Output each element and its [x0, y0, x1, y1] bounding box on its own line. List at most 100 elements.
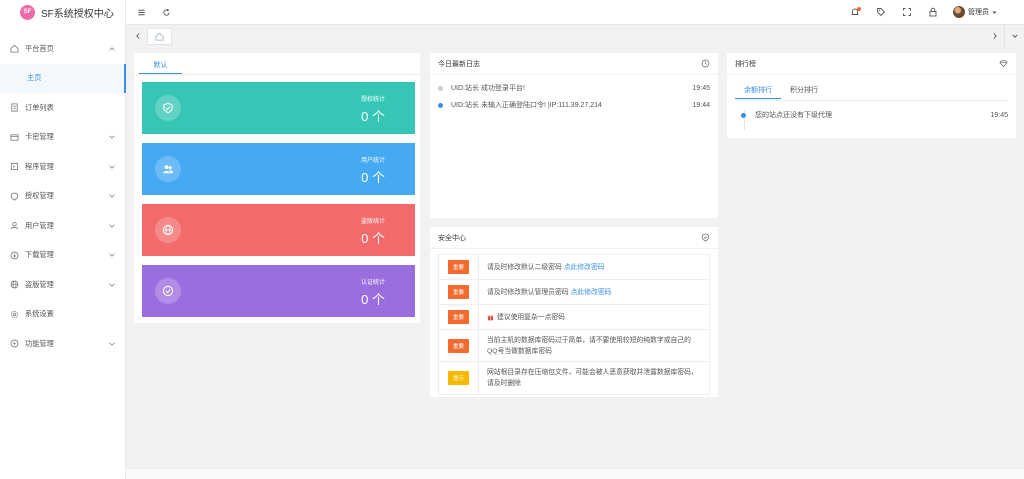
menu-toggle-button[interactable] — [135, 6, 147, 18]
tabs-scroll-left[interactable] — [132, 30, 144, 42]
change-password-link[interactable]: 点此修改密码 — [571, 287, 612, 298]
sidebar-item-authorization[interactable]: 授权管理 — [0, 182, 126, 212]
sidebar-item-users[interactable]: 用户管理 — [0, 211, 126, 241]
ranking-panel-header: 排行榜 — [727, 53, 1016, 75]
status-badge: 重要 — [447, 260, 469, 274]
tab-points-ranking[interactable]: 积分排行 — [781, 81, 827, 99]
caret-down-icon — [992, 10, 997, 14]
ranking-tabs-divider — [735, 100, 1008, 101]
sidebar-item-label: 卡密管理 — [25, 132, 54, 142]
sidebar-item-label: 平台首页 — [25, 43, 54, 53]
chevron-down-icon — [1011, 34, 1018, 38]
security-row: 提示 网站根目录存在压缩包文件，可能会被人恶意获取并泄露数据库密码，请及时删除 — [439, 362, 709, 394]
timeline-dot — [741, 112, 746, 118]
brand-logo[interactable]: SF SF系统授权中心 — [0, 0, 125, 24]
stat-value: 0 个 — [361, 109, 385, 124]
tabs-scroll-right[interactable] — [989, 30, 1001, 42]
notification-dot — [857, 7, 861, 11]
tab-default[interactable]: 默认 — [139, 56, 182, 74]
sidebar-item-label: 用户管理 — [25, 220, 54, 230]
shield-icon — [9, 191, 19, 201]
security-text: 请及时修改默认二级密码 点此修改密码 — [479, 255, 709, 279]
sidebar-item-main[interactable]: 主页 — [0, 63, 126, 93]
security-message: 当前主机的数据库密码过于简单，请不要使用较短的纯数字或自己的QQ号当做数据库密码 — [487, 336, 691, 355]
notification-button[interactable] — [849, 6, 861, 18]
stats-panel: 默认 授权统计 0 个 用户统计 0 个 盗版统计 0 个 认证统计 0 个 — [134, 53, 420, 323]
chevron-down-icon — [109, 135, 115, 140]
security-badge-cell: 重要 — [439, 280, 479, 304]
chevron-up-icon — [109, 46, 115, 51]
sidebar-item-orders[interactable]: 订单列表 — [0, 93, 126, 123]
home-icon — [9, 44, 19, 54]
stat-card-users: 用户统计 0 个 — [142, 143, 415, 195]
security-message: 请及时修改默认二级密码 — [487, 263, 562, 271]
check-circle-icon — [155, 278, 181, 304]
hamburger-icon — [137, 9, 145, 15]
security-message: 建议使用复杂一点密码 — [497, 313, 565, 321]
sidebar-item-functions[interactable]: 功能管理 — [0, 329, 126, 359]
user-menu[interactable]: 管理员 — [953, 6, 998, 18]
security-row: 重要 当前主机的数据库密码过于简单，请不要使用较短的纯数字或自己的QQ号当做数据… — [439, 330, 709, 362]
refresh-icon — [162, 8, 170, 16]
security-text: 请及时修改默认管理员密码 点此修改密码 — [479, 280, 709, 304]
stat-label: 用户统计 — [360, 158, 385, 164]
card-icon — [9, 132, 19, 142]
stat-card-authorization: 授权统计 0 个 — [142, 82, 415, 134]
security-badge-cell: 重要 — [439, 305, 479, 329]
avatar — [953, 6, 965, 18]
brand-name: SF系统授权中心 — [41, 8, 114, 20]
stat-label: 授权统计 — [360, 97, 385, 103]
tab-home[interactable] — [147, 28, 172, 45]
sidebar-item-label: 下载管理 — [25, 250, 54, 260]
sidebar-item-label: 授权管理 — [25, 191, 54, 201]
stat-label: 认证统计 — [360, 280, 385, 286]
chevron-down-icon — [109, 165, 115, 169]
ranking-time: 19:45 — [990, 111, 1008, 119]
chevron-down-icon — [109, 283, 115, 287]
log-item: UID:站长 成功登录平台! 19:45 — [438, 80, 710, 96]
security-row: 重要 请及时修改默认管理员密码 点此修改密码 — [439, 280, 709, 305]
sidebar-item-card-keys[interactable]: 卡密管理 — [0, 123, 126, 153]
tab-balance-ranking[interactable]: 余额排行 — [735, 81, 781, 99]
sidebar: SF SF系统授权中心 平台首页 主页 订单列表 卡密管理 程序管理 授权管理 — [0, 0, 126, 479]
security-panel: 安全中心 重要 请及时修改默认二级密码 点此修改密码 重要 请及时修改默认管理员… — [430, 227, 718, 397]
ranking-tabs: 余额排行 积分排行 — [735, 81, 827, 99]
chevron-down-icon — [109, 194, 115, 199]
security-panel-header: 安全中心 — [430, 227, 718, 249]
shield-check-icon — [701, 233, 710, 242]
refresh-button[interactable] — [160, 6, 172, 18]
tab-divider — [134, 74, 420, 75]
sidebar-item-settings[interactable]: 系统设置 — [0, 300, 126, 330]
stat-value: 0 个 — [361, 170, 385, 185]
theme-button[interactable] — [875, 6, 887, 18]
users-icon — [155, 156, 181, 182]
sidebar-item-downloads[interactable]: 下载管理 — [0, 241, 126, 271]
ranking-text: 您的站点还没有下级代理 — [755, 112, 832, 119]
status-badge: 重要 — [447, 338, 469, 353]
change-password-link[interactable]: 点此修改密码 — [564, 262, 605, 273]
stat-card-piracy: 盗版统计 0 个 — [142, 204, 415, 256]
stat-card-certification: 认证统计 0 个 — [142, 265, 415, 317]
log-dot — [438, 102, 443, 108]
footer — [126, 468, 1024, 479]
log-time: 19:45 — [692, 84, 710, 92]
brand-badge: SF — [20, 4, 35, 20]
chevron-down-icon — [109, 224, 115, 228]
fullscreen-button[interactable] — [901, 6, 913, 18]
page-tabs-bar — [126, 24, 1024, 47]
lock-button[interactable] — [927, 6, 939, 18]
sidebar-item-programs[interactable]: 程序管理 — [0, 152, 126, 182]
log-text: UID:站长 成功登录平台! — [451, 85, 525, 92]
header-right: 管理员 — [849, 0, 1024, 24]
log-item: UID:站长 未输入正确登陆口令! |IP:111.39.27.214 19:4… — [438, 97, 710, 113]
fullscreen-icon — [903, 8, 911, 16]
security-row: 重要 请及时修改默认二级密码 点此修改密码 — [439, 255, 709, 280]
sidebar-item-label: 主页 — [27, 73, 42, 83]
security-badge-cell: 重要 — [439, 255, 479, 279]
tabs-menu-button[interactable] — [1004, 25, 1024, 47]
sidebar-item-piracy[interactable]: 盗版管理 — [0, 270, 126, 300]
security-table: 重要 请及时修改默认二级密码 点此修改密码 重要 请及时修改默认管理员密码 点此… — [438, 254, 710, 395]
security-text: 网站根目录存在压缩包文件，可能会被人恶意获取并泄露数据库密码，请及时删除 — [479, 362, 709, 394]
function-icon — [9, 339, 19, 349]
sidebar-item-platform-home[interactable]: 平台首页 — [0, 34, 126, 64]
